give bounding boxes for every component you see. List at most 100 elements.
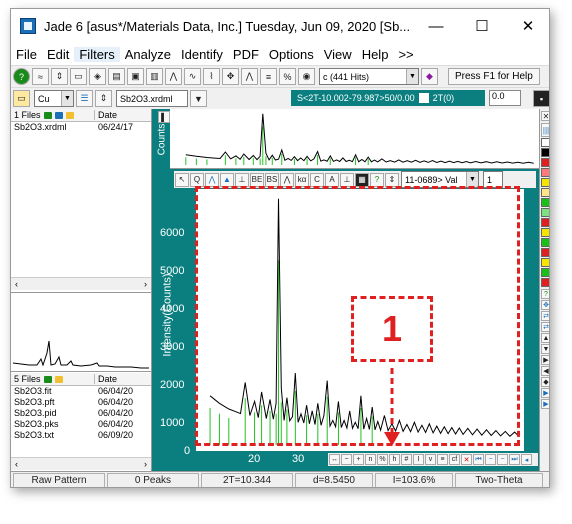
color-swatch[interactable] — [541, 158, 549, 167]
menu-analyze[interactable]: Analyze — [120, 47, 176, 62]
file-combo[interactable]: Sb2O3.xrdml — [116, 90, 188, 107]
bars-icon[interactable]: ▲ — [220, 172, 234, 187]
pin-icon[interactable]: ◆ — [541, 377, 549, 387]
next-icon[interactable]: − — [497, 454, 508, 465]
save-icon[interactable]: ▣ — [127, 68, 144, 85]
expand-icon[interactable]: ↔ — [329, 454, 340, 465]
plus-icon[interactable]: + — [353, 454, 364, 465]
help-icon[interactable]: ? — [541, 289, 549, 299]
background-icon[interactable]: ⌇ — [203, 68, 220, 85]
scroll-left-icon[interactable]: ‹ — [15, 459, 18, 469]
prev-icon[interactable]: − — [485, 454, 496, 465]
mode-icon[interactable]: ▪ — [533, 90, 549, 107]
help-icon[interactable]: ? — [370, 172, 384, 187]
minus-icon[interactable]: − — [341, 454, 352, 465]
list-icon[interactable]: ☰ — [76, 90, 93, 107]
grid-icon[interactable]: ▦ — [355, 172, 369, 187]
color-swatch[interactable] — [541, 258, 549, 267]
peak-mark-icon[interactable]: ⋀ — [205, 172, 219, 187]
menu-help[interactable]: Help — [357, 47, 394, 62]
ab-icon[interactable]: A — [325, 172, 339, 187]
list-item[interactable]: Sb2O3.txt 06/09/20 — [11, 430, 151, 441]
overview-plot[interactable]: Counts ▌ — [152, 109, 539, 169]
list-item[interactable]: Sb2O3.pid 06/04/20 — [11, 408, 151, 419]
menu-options[interactable]: Options — [264, 47, 319, 62]
menu-view[interactable]: View — [319, 47, 357, 62]
h-icon[interactable]: h — [389, 454, 400, 465]
peak-icon[interactable]: ⋀ — [165, 68, 182, 85]
arrow-up-icon[interactable]: ▲ — [541, 333, 549, 343]
database-icon[interactable]: ◉ — [298, 68, 315, 85]
scroll-right-icon[interactable]: › — [144, 279, 147, 289]
color-icon[interactable]: ◆ — [421, 68, 438, 85]
list-item[interactable]: Sb2O3.pft 06/04/20 — [11, 397, 151, 408]
minimize-button[interactable]: — — [413, 9, 459, 43]
chevron-down-icon[interactable]: ▼ — [466, 172, 478, 187]
align-icon[interactable]: ⊥ — [340, 172, 354, 187]
updown-icon[interactable]: ⇕ — [385, 172, 399, 187]
bar-chart-icon[interactable]: ▥ — [146, 68, 163, 85]
print-icon[interactable]: ▤ — [108, 68, 125, 85]
settings-icon[interactable]: ◈ — [89, 68, 106, 85]
file-dropdown-icon[interactable]: ▼ — [190, 90, 207, 107]
color-swatch[interactable] — [541, 218, 549, 227]
be-icon[interactable]: BE — [250, 172, 264, 187]
i-icon[interactable]: I — [413, 454, 424, 465]
color-swatch[interactable] — [541, 188, 549, 197]
menu-file[interactable]: File — [11, 47, 42, 62]
color-swatch[interactable] — [541, 268, 549, 277]
bs-icon[interactable]: BS — [265, 172, 279, 187]
swap-icon[interactable]: ⇄ — [541, 322, 549, 332]
press-f1-button[interactable]: Press F1 for Help — [448, 68, 540, 85]
close-button[interactable]: ✕ — [505, 9, 549, 43]
next-icon[interactable]: ▶ — [541, 388, 549, 398]
scroll-right-icon[interactable]: › — [144, 459, 147, 469]
list-item[interactable]: Sb2O3.xrdml 06/24/17 — [11, 122, 151, 133]
color-swatch[interactable] — [541, 198, 549, 207]
menu-overflow[interactable]: >> — [393, 47, 418, 62]
search-match-icon[interactable]: ≡ — [260, 68, 277, 85]
profile-icon[interactable]: ⋀ — [241, 68, 258, 85]
last-icon[interactable]: ⏭ — [509, 454, 520, 465]
last-icon[interactable]: ▶ — [541, 399, 549, 409]
list-item[interactable]: Sb2O3.pks 06/04/20 — [11, 419, 151, 430]
horizontal-scrollbar-2[interactable]: ‹ › — [11, 457, 151, 470]
help-icon[interactable]: ? — [13, 68, 30, 85]
move-icon[interactable]: ✥ — [541, 300, 549, 310]
arrow-right-icon[interactable]: ▶ — [541, 355, 549, 365]
first-icon[interactable]: ⏮ — [473, 454, 484, 465]
color-swatch[interactable] — [541, 138, 549, 147]
arrow-down-icon[interactable]: ▼ — [541, 344, 549, 354]
chevron-down-icon[interactable]: ▼ — [406, 69, 418, 84]
ka2-icon[interactable]: kα — [295, 172, 309, 187]
spin-icon[interactable]: ⇕ — [95, 90, 112, 107]
n-icon[interactable]: n — [365, 454, 376, 465]
smooth-icon[interactable]: ∿ — [184, 68, 201, 85]
filter-icon[interactable]: ≈ — [32, 68, 49, 85]
element-combo[interactable]: Cu ▼ — [34, 90, 74, 107]
menu-pdf[interactable]: PDF — [228, 47, 264, 62]
chevron-down-icon[interactable]: ▼ — [61, 91, 73, 106]
bars-icon[interactable]: ||| — [541, 123, 549, 137]
color-swatch[interactable] — [541, 168, 549, 177]
bars-alt-icon[interactable]: ⊥ — [235, 172, 249, 187]
color-swatch[interactable] — [541, 238, 549, 247]
scroll-left-icon[interactable]: ‹ — [15, 279, 18, 289]
open-file-icon[interactable]: ▭ — [70, 68, 87, 85]
value-box[interactable]: 0.0 — [489, 90, 521, 106]
color-swatch[interactable] — [541, 178, 549, 187]
color-swatch[interactable] — [541, 148, 549, 157]
fit-icon[interactable]: ✥ — [222, 68, 239, 85]
close-icon[interactable]: ✕ — [541, 111, 549, 121]
color-swatch[interactable] — [541, 228, 549, 237]
menu-identify[interactable]: Identify — [176, 47, 228, 62]
updown-icon[interactable]: ⇕ — [51, 68, 68, 85]
collapse-icon[interactable]: ▌ — [158, 111, 170, 123]
menu-edit[interactable]: Edit — [42, 47, 74, 62]
color-swatch[interactable] — [541, 248, 549, 257]
close-icon[interactable]: ✕ — [461, 454, 472, 465]
folder-icon[interactable]: ▭ — [13, 90, 30, 107]
percent-icon[interactable]: % — [377, 454, 388, 465]
swap-icon[interactable]: ⇄ — [541, 311, 549, 321]
hash-icon[interactable]: # — [401, 454, 412, 465]
